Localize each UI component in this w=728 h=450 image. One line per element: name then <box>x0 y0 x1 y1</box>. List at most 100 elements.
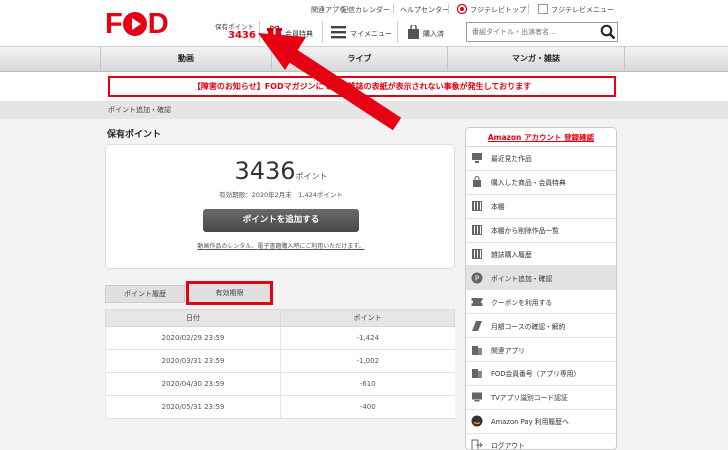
account-sidebar: Amazon アカウント 登録確認 最近見た作品購入した商品・会員特典 本棚本棚か… <box>465 127 617 450</box>
tab-points-history[interactable]: ポイント履歴 <box>105 285 185 303</box>
sidebar-item-label: TVアプリ識別コード認証 <box>491 394 568 403</box>
table-header-row: 日付 ポイント <box>105 309 455 327</box>
page-title: 保有ポイント <box>107 130 162 140</box>
points-expiry: 有効期限：2020年2月末 1,424ポイント <box>219 191 343 199</box>
table-row: 2020/05/31 23:59 -400 <box>105 395 455 419</box>
nav-tab-manga-magazine[interactable]: マンガ・雑誌 <box>447 47 625 71</box>
column-header-date: 日付 <box>105 309 281 327</box>
sidebar-item[interactable]: FOD会員番号（アプリ専用） <box>466 362 616 386</box>
monitor-icon <box>472 153 482 164</box>
nav-tab-live[interactable]: ライブ <box>271 47 447 71</box>
add-points-button[interactable]: ポイントを追加する <box>203 209 359 232</box>
divider <box>334 4 335 14</box>
calendar-icon <box>472 320 482 331</box>
table-row: 2020/02/29 23:59 -1,424 <box>105 326 455 350</box>
fod-logo[interactable]: FD <box>105 9 169 39</box>
play-icon <box>122 12 147 36</box>
fujitv-eye-icon <box>457 4 467 14</box>
points-card: 3436ポイント 有効期限：2020年2月末 1,424ポイント ポイントを追加… <box>105 144 455 269</box>
hamburger-menu-icon <box>331 26 346 39</box>
tab-expiry[interactable]: 有効期限 <box>186 281 273 305</box>
sidebar-item[interactable]: 本棚から削除作品一覧 <box>466 219 616 243</box>
search-input[interactable] <box>467 23 595 41</box>
sidebar-item-label: 本棚から削除作品一覧 <box>491 227 559 236</box>
member-benefits-link[interactable]: 会員特典 <box>285 29 313 39</box>
sidebar-item[interactable]: 関連アプリ <box>466 338 616 363</box>
sidebar-item-label: 雑誌購入履歴 <box>491 251 532 259</box>
divider <box>528 4 529 14</box>
sidebar-item-label: Amazon Pay 利用履歴へ <box>491 418 569 427</box>
amazon-account-link[interactable]: Amazon アカウント 登録確認 <box>466 128 616 147</box>
main-nav: 動画 ライブ マンガ・雑誌 <box>0 46 728 72</box>
points-expiry-table: 日付 ポイント 2020/02/29 23:59 -1,424 2020/03/3… <box>105 309 455 419</box>
sidebar-item-label: 購入した商品・会員特典 <box>491 179 566 188</box>
gift-icon <box>267 25 282 38</box>
sidebar-item-label: 最近見た作品 <box>491 155 532 164</box>
cell-points: -400 <box>280 395 455 419</box>
points-icon: P <box>471 272 483 284</box>
points-total-value: 3436 <box>234 157 296 185</box>
checkbox-icon <box>538 4 548 14</box>
breadcrumb: ポイント追加・確認 <box>108 106 171 114</box>
sidebar-item-label: 本棚 <box>491 203 505 212</box>
divider <box>397 21 398 43</box>
svg-text:P: P <box>475 274 479 282</box>
shopping-bag-icon <box>473 176 481 188</box>
sidebar-item-label: ログアウト <box>491 442 525 450</box>
sidebar-item[interactable]: 雑誌購入履歴 <box>466 243 616 267</box>
devices-icon <box>472 369 482 379</box>
top-link-help[interactable]: ヘルプセンター <box>400 5 449 15</box>
sidebar-item[interactable]: Amazon Pay 利用履歴へ <box>466 410 616 434</box>
sidebar-item[interactable]: 最近見た作品 <box>466 147 616 171</box>
amazon-icon <box>471 415 483 427</box>
coupon-icon <box>471 297 483 306</box>
outage-notice[interactable]: 【障害のお知らせ】FODマガジンにて一部雑誌の表紙が表示されない事象が発生してお… <box>108 76 616 97</box>
sidebar-item-label: 月額コースの確認・解約 <box>491 322 566 331</box>
cell-date: 2020/05/31 23:59 <box>105 395 281 419</box>
divider <box>393 4 394 14</box>
search-box <box>466 22 618 42</box>
cell-points: -610 <box>280 372 455 396</box>
sidebar-item[interactable]: P ポイント追加・確認 <box>466 266 616 291</box>
cell-points: -1,002 <box>280 349 455 373</box>
shopping-bag-icon <box>408 25 419 39</box>
divider <box>448 4 449 14</box>
column-header-points: ポイント <box>280 309 455 327</box>
purchased-link[interactable]: 購入済 <box>423 29 444 39</box>
table-row: 2020/03/31 23:59 -1,002 <box>105 349 455 373</box>
divider <box>259 21 260 43</box>
top-link-fujitv-menu[interactable]: フジテレビメニュー <box>551 5 614 15</box>
cell-date: 2020/04/30 23:59 <box>105 372 281 396</box>
logout-icon <box>471 439 483 449</box>
top-link-fujitv-top[interactable]: フジテレビトップ <box>470 5 526 15</box>
search-icon[interactable] <box>600 24 616 40</box>
cell-date: 2020/02/29 23:59 <box>105 326 281 350</box>
sidebar-item[interactable]: 本棚 <box>466 195 616 219</box>
sidebar-item-label: ポイント追加・確認 <box>491 274 553 283</box>
bookshelf-icon <box>472 249 482 259</box>
sidebar-item-label: クーポンを利用する <box>491 298 553 307</box>
table-row: 2020/04/30 23:59 -610 <box>105 372 455 396</box>
sidebar-item-label: FOD会員番号（アプリ専用） <box>491 370 581 379</box>
sidebar-item[interactable]: ログアウト <box>466 434 616 450</box>
sidebar-item[interactable]: 月額コースの確認・解約 <box>466 314 616 339</box>
points-value[interactable]: 3436 <box>228 30 256 41</box>
points-total: 3436ポイント <box>106 157 456 185</box>
tv-icon <box>472 392 482 402</box>
sidebar-item[interactable]: 購入した商品・会員特典 <box>466 171 616 195</box>
nav-tab-video[interactable]: 動画 <box>100 47 271 71</box>
devices-icon <box>472 345 482 355</box>
points-usage-note[interactable]: 動画作品のレンタル、電子書籍購入時にご利用いただけます。 <box>106 241 456 250</box>
cell-date: 2020/03/31 23:59 <box>105 349 281 373</box>
cell-points: -1,424 <box>280 326 455 350</box>
sidebar-item-label: 関連アプリ <box>491 346 525 355</box>
top-link-calendar[interactable]: 配信カレンダー <box>341 5 390 15</box>
bookshelf-icon <box>472 225 482 236</box>
bookshelf-icon <box>472 201 482 212</box>
sidebar-item[interactable]: TVアプリ識別コード認証 <box>466 386 616 410</box>
sidebar-menu: 最近見た作品購入した商品・会員特典 本棚本棚から削除作品一覧 雑誌購入履歴 P ポイント… <box>466 147 616 450</box>
points-unit: ポイント <box>295 172 328 181</box>
my-menu-link[interactable]: マイメニュー <box>350 29 392 39</box>
sidebar-item[interactable]: クーポンを利用する <box>466 290 616 315</box>
divider <box>322 21 323 43</box>
